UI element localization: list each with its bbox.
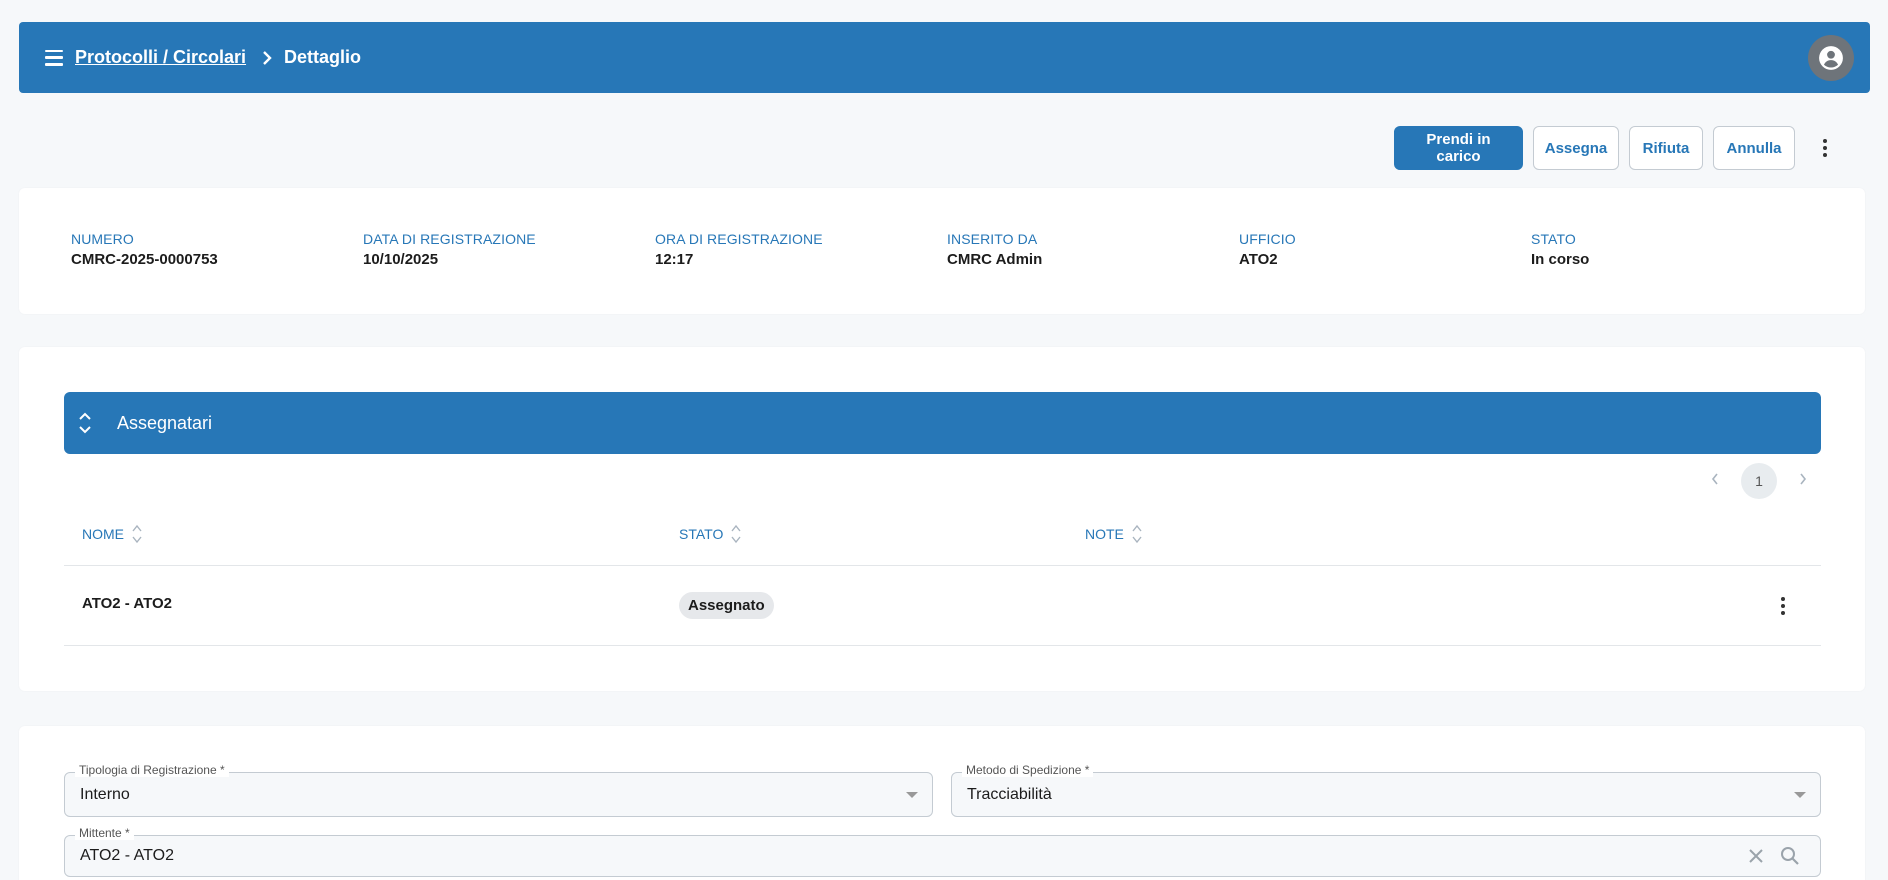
info-data-registrazione: DATA DI REGISTRAZIONE 10/10/2025	[363, 231, 536, 268]
info-stato: STATO In corso	[1531, 231, 1589, 268]
column-header-note[interactable]: NOTE	[1085, 523, 1142, 545]
breadcrumb-parent-link[interactable]: Protocolli / Circolari	[75, 47, 246, 68]
sort-icon	[132, 524, 142, 544]
info-label: UFFICIO	[1239, 231, 1296, 247]
action-toolbar: Prendi in carico Assegna Rifiuta Annulla	[1394, 126, 1835, 170]
info-label: NUMERO	[71, 231, 134, 247]
pagination: 1	[1711, 463, 1807, 499]
take-charge-button[interactable]: Prendi in carico	[1394, 126, 1523, 170]
unfold-icon	[79, 412, 91, 434]
info-label: INSERITO DA	[947, 231, 1038, 247]
table-divider	[64, 645, 1821, 646]
status-badge: Assegnato	[679, 592, 774, 619]
sort-icon	[1132, 524, 1142, 544]
field-label: Metodo di Spedizione *	[962, 763, 1094, 777]
page-number-button[interactable]: 1	[1741, 463, 1777, 499]
close-icon[interactable]	[1748, 848, 1764, 864]
field-value: Tracciabilità	[967, 786, 1052, 803]
info-value: CMRC Admin	[947, 251, 1043, 268]
caret-down-icon	[906, 792, 918, 798]
chevron-right-icon	[262, 50, 272, 66]
info-value: 12:17	[655, 251, 694, 268]
info-label: ORA DI REGISTRAZIONE	[655, 231, 823, 247]
field-label: Tipologia di Registrazione *	[75, 763, 229, 777]
sort-icon	[731, 524, 741, 544]
field-label: Mittente *	[75, 826, 134, 840]
mittente-autocomplete[interactable]: Mittente * ATO2 - ATO2	[64, 826, 1821, 877]
more-vert-icon[interactable]	[1777, 597, 1789, 615]
top-app-bar: Protocolli / Circolari Dettaglio	[19, 22, 1870, 93]
column-header-label: NOME	[82, 526, 124, 542]
field-value: ATO2 - ATO2	[80, 847, 174, 864]
tipologia-select[interactable]: Tipologia di Registrazione * Interno	[64, 763, 933, 817]
chevron-right-icon[interactable]	[1799, 472, 1807, 490]
info-inserito-da: INSERITO DA CMRC Admin	[947, 231, 1042, 268]
info-value: ATO2	[1239, 251, 1278, 268]
column-header-label: NOTE	[1085, 526, 1124, 542]
account-circle-icon[interactable]	[1808, 35, 1854, 81]
breadcrumb-current: Dettaglio	[284, 47, 362, 67]
assign-button[interactable]: Assegna	[1533, 126, 1619, 170]
assignees-card: Assegnatari 1 NOME STATO NOTE ATO2 - ATO…	[19, 347, 1865, 691]
column-header-label: STATO	[679, 526, 724, 542]
field-actions	[1748, 846, 1800, 866]
column-header-nome[interactable]: NOME	[82, 523, 142, 545]
info-value: In corso	[1531, 251, 1590, 268]
cancel-button[interactable]: Annulla	[1713, 126, 1795, 170]
menu-icon[interactable]	[45, 49, 63, 66]
info-numero: NUMERO CMRC-2025-0000753	[71, 231, 218, 268]
reject-button[interactable]: Rifiuta	[1629, 126, 1703, 170]
info-ufficio: UFFICIO ATO2	[1239, 231, 1296, 268]
info-value: CMRC-2025-0000753	[71, 251, 218, 268]
more-vert-icon[interactable]	[1815, 139, 1835, 157]
search-icon[interactable]	[1780, 846, 1800, 866]
assignees-title: Assegnatari	[117, 412, 213, 433]
chevron-left-icon[interactable]	[1711, 472, 1719, 490]
registration-form-card: Tipologia di Registrazione * Interno Met…	[19, 726, 1865, 880]
field-value: Interno	[80, 786, 130, 803]
info-label: DATA DI REGISTRAZIONE	[363, 231, 536, 247]
info-label: STATO	[1531, 231, 1576, 247]
table-divider	[64, 565, 1821, 566]
info-ora-registrazione: ORA DI REGISTRAZIONE 12:17	[655, 231, 823, 268]
caret-down-icon	[1794, 792, 1806, 798]
column-header-stato[interactable]: STATO	[679, 523, 741, 545]
assignees-accordion-header[interactable]: Assegnatari	[64, 392, 1821, 454]
table-cell-nome: ATO2 - ATO2	[82, 595, 173, 612]
info-value: 10/10/2025	[363, 251, 439, 268]
metodo-spedizione-select[interactable]: Metodo di Spedizione * Tracciabilità	[951, 763, 1821, 817]
protocol-info-card: NUMERO CMRC-2025-0000753 DATA DI REGISTR…	[19, 188, 1865, 314]
